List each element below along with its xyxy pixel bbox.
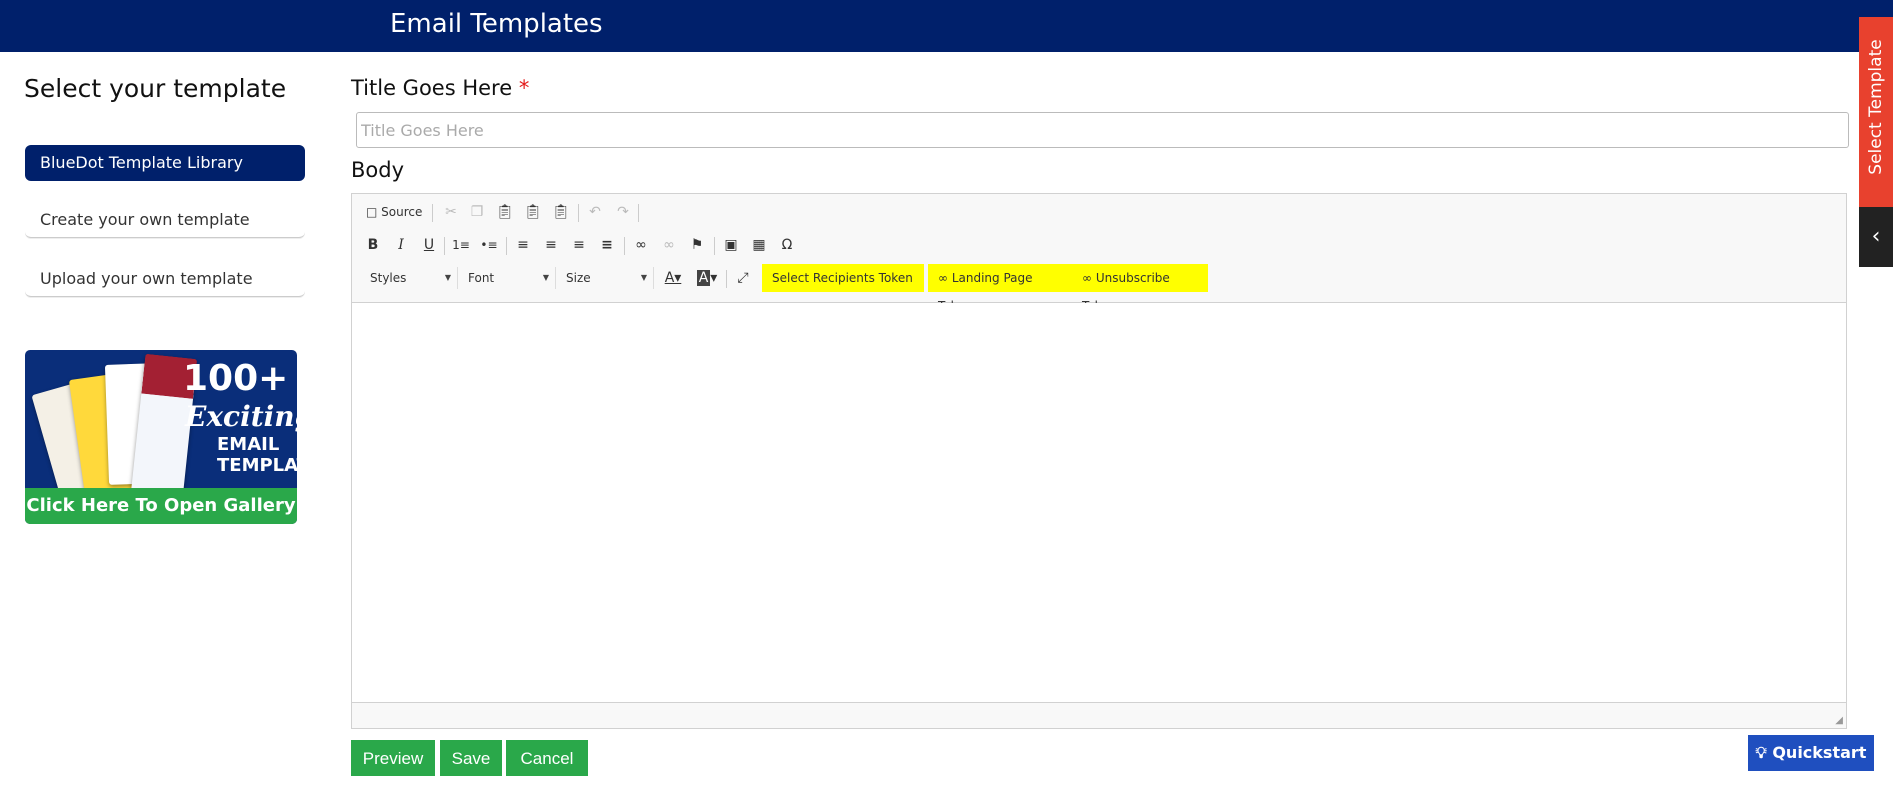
align-center-icon[interactable]: ≡ bbox=[540, 234, 562, 256]
special-char-icon[interactable]: Ω bbox=[776, 234, 798, 256]
chevron-down-icon: ▼ bbox=[640, 273, 647, 282]
source-button[interactable]: □ Source bbox=[366, 201, 436, 223]
editor-toolbar: □ Source ✂ ❐ 📋︎ 📋︎ 📋︎ ↶ ↷ B I U 1≡ •≡ ≡ … bbox=[352, 194, 1846, 313]
numbered-list-icon[interactable]: 1≡ bbox=[450, 234, 472, 256]
italic-icon[interactable]: I bbox=[390, 234, 412, 256]
size-label: Size bbox=[566, 271, 591, 285]
editor-content-area[interactable] bbox=[352, 303, 1846, 704]
title-label-text: Title Goes Here bbox=[351, 76, 513, 100]
anchor-flag-icon[interactable]: ⚑ bbox=[686, 234, 708, 256]
link-icon: ∞ bbox=[1082, 271, 1092, 285]
chevron-down-icon: ▼ bbox=[444, 273, 451, 282]
preview-button[interactable]: Preview bbox=[351, 740, 435, 776]
page-title: Email Templates bbox=[390, 9, 603, 39]
banner-email-templates: EMAIL TEMPLATES bbox=[217, 434, 297, 476]
sidebar-item-create[interactable]: Create your own template bbox=[25, 202, 305, 238]
unlink-icon[interactable]: ∞ bbox=[658, 234, 680, 256]
source-label: Source bbox=[381, 205, 423, 219]
bulleted-list-icon[interactable]: •≡ bbox=[478, 234, 500, 256]
quickstart-button[interactable]: 💡︎ Quickstart bbox=[1748, 735, 1874, 771]
paste-text-icon[interactable]: 📋︎ bbox=[522, 201, 544, 223]
cancel-button[interactable]: Cancel bbox=[506, 740, 588, 776]
resize-handle-icon[interactable]: ◢ bbox=[1835, 715, 1843, 726]
undo-icon[interactable]: ↶ bbox=[584, 201, 606, 223]
save-button[interactable]: Save bbox=[440, 740, 502, 776]
editor-statusbar: ◢ bbox=[352, 702, 1846, 728]
paste-icon[interactable]: 📋︎ bbox=[494, 201, 516, 223]
bold-icon[interactable]: B bbox=[362, 234, 384, 256]
banner-count: 100+ bbox=[183, 358, 289, 399]
top-header: Email Templates bbox=[0, 0, 1893, 52]
size-dropdown[interactable]: Size ▼ bbox=[558, 267, 654, 289]
align-right-icon[interactable]: ≡ bbox=[568, 234, 590, 256]
copy-icon[interactable]: ❐ bbox=[466, 201, 488, 223]
cut-icon[interactable]: ✂ bbox=[440, 201, 462, 223]
chevron-left-icon[interactable]: ‹ bbox=[1859, 207, 1893, 267]
rich-text-editor: □ Source ✂ ❐ 📋︎ 📋︎ 📋︎ ↶ ↷ B I U 1≡ •≡ ≡ … bbox=[351, 193, 1847, 729]
landing-page-token-button[interactable]: ∞ Landing Page Token bbox=[928, 264, 1072, 313]
sidebar-item-upload[interactable]: Upload your own template bbox=[25, 261, 305, 297]
side-tab-label: Select Template bbox=[1866, 39, 1886, 175]
align-left-icon[interactable]: ≡ bbox=[512, 234, 534, 256]
table-icon[interactable]: ▦ bbox=[748, 234, 770, 256]
styles-dropdown[interactable]: Styles ▼ bbox=[362, 267, 458, 289]
template-previews-image bbox=[31, 353, 198, 519]
link-icon: ∞ bbox=[938, 271, 948, 285]
chevron-down-icon: ▼ bbox=[542, 273, 549, 282]
open-gallery-button[interactable]: Click Here To Open Gallery bbox=[25, 488, 297, 524]
banner-exciting: Exciting bbox=[185, 400, 297, 433]
redo-icon[interactable]: ↷ bbox=[612, 201, 634, 223]
select-template-side-tab[interactable]: Select Template bbox=[1859, 17, 1893, 207]
font-label: Font bbox=[468, 271, 495, 285]
background-color-icon[interactable]: A ▾ bbox=[692, 267, 722, 289]
font-dropdown[interactable]: Font ▼ bbox=[460, 267, 556, 289]
banner-line2: TEMPLATES bbox=[217, 455, 297, 476]
sidebar-item-library[interactable]: BlueDot Template Library bbox=[25, 145, 305, 181]
maximize-icon[interactable]: ⤢ bbox=[732, 267, 754, 289]
body-label: Body bbox=[351, 158, 405, 182]
unsubscribe-token-button[interactable]: ∞ Unsubscribe Token bbox=[1072, 264, 1208, 313]
quickstart-label: Quickstart bbox=[1772, 743, 1867, 762]
sidebar-heading: Select your template bbox=[24, 74, 287, 103]
paste-word-icon[interactable]: 📋︎ bbox=[550, 201, 572, 223]
image-icon[interactable]: ▣ bbox=[720, 234, 742, 256]
align-justify-icon[interactable]: ≡ bbox=[596, 234, 618, 256]
link-icon[interactable]: ∞ bbox=[630, 234, 652, 256]
lightbulb-icon: 💡︎ bbox=[1755, 743, 1767, 762]
text-color-icon[interactable]: A▾ bbox=[658, 267, 688, 289]
title-label: Title Goes Here * bbox=[351, 76, 529, 100]
underline-icon[interactable]: U bbox=[418, 234, 440, 256]
banner-line1: EMAIL bbox=[217, 434, 280, 455]
gallery-banner[interactable]: 100+ Exciting EMAIL TEMPLATES Click Here… bbox=[25, 350, 297, 524]
recipients-token-label: Select Recipients Token bbox=[772, 271, 913, 285]
recipients-token-dropdown[interactable]: Select Recipients Token ▼ bbox=[762, 264, 924, 312]
title-input[interactable] bbox=[356, 112, 1849, 148]
required-mark: * bbox=[518, 76, 530, 100]
styles-label: Styles bbox=[370, 271, 407, 285]
source-icon: □ bbox=[366, 205, 378, 219]
